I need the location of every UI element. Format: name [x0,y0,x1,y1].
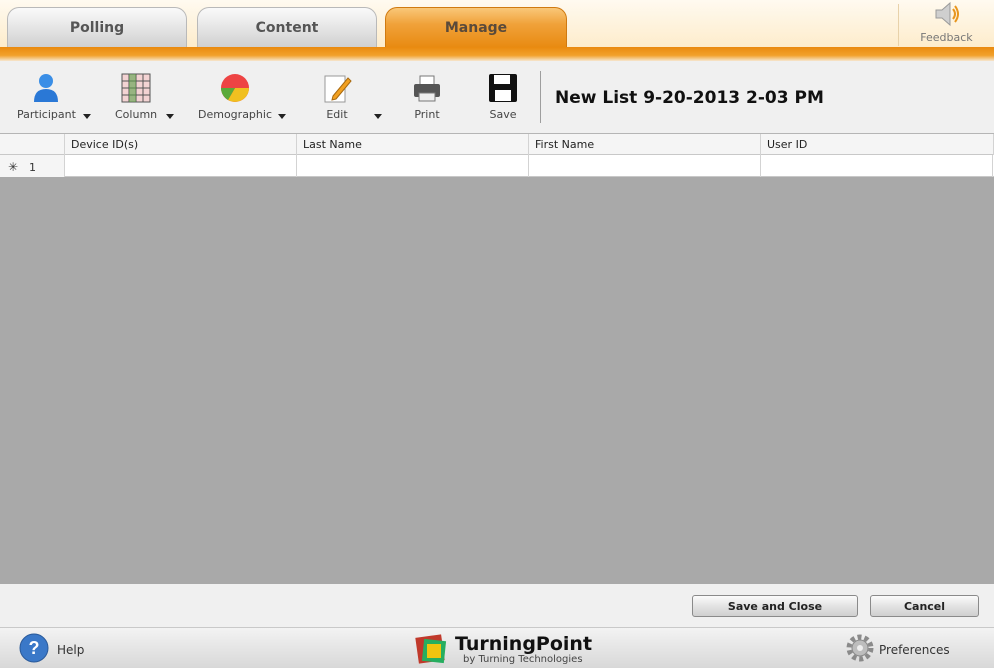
brand-subtitle: by Turning Technologies [463,654,583,665]
svg-text:?: ? [29,638,40,658]
table-row[interactable]: ✳ 1 [0,155,994,177]
participant-label: Participant [17,108,76,121]
column-header-device-id[interactable]: Device ID(s) [65,134,297,155]
preferences-label: Preferences [879,642,950,657]
help-button[interactable]: ? Help [19,633,84,666]
tab-content[interactable]: Content [197,7,377,48]
turningpoint-logo-icon [415,630,451,668]
speaker-icon [932,0,962,31]
new-row-marker-icon: ✳ [8,160,19,174]
column-header-last-name[interactable]: Last Name [297,134,529,155]
grid-header: Device ID(s) Last Name First Name User I… [0,134,994,155]
cell-device-id[interactable] [65,155,297,177]
participant-dropdown-arrow[interactable] [81,111,93,123]
gear-icon [845,633,875,666]
printer-icon [410,71,444,105]
tab-polling[interactable]: Polling [7,7,187,48]
cancel-button[interactable]: Cancel [870,595,979,617]
toolbar: Participant Column Demographic Edit Prin… [0,61,994,133]
print-label: Print [414,108,440,121]
help-icon: ? [19,633,49,666]
column-header-user-id[interactable]: User ID [761,134,994,155]
list-title: New List 9-20-2013 2-03 PM [555,88,824,108]
feedback-button[interactable]: Feedback [898,1,994,46]
preferences-button[interactable]: Preferences [845,633,950,666]
top-tab-bar: Polling Content Manage Feedback [0,0,994,48]
pencil-paper-icon [320,71,354,105]
print-button[interactable]: Print [410,71,444,121]
cell-last-name[interactable] [297,155,529,177]
save-button[interactable]: Save [486,71,520,121]
help-label: Help [57,642,85,657]
footer-bar: ? Help TurningPoint by Turning Technolog… [0,627,994,668]
person-icon [29,71,63,105]
edit-label: Edit [326,108,348,121]
action-bar: Save and Close Cancel [0,584,994,627]
turningpoint-logo: TurningPoint by Turning Technologies [415,630,592,668]
demographic-button[interactable]: Demographic [198,71,272,121]
participant-button[interactable]: Participant [17,71,76,121]
save-and-close-button[interactable]: Save and Close [692,595,858,617]
row-header[interactable]: ✳ 1 [0,155,65,177]
column-label: Column [115,108,158,121]
column-dropdown-arrow[interactable] [164,111,176,123]
grid-columns-icon [119,71,153,105]
cell-user-id[interactable] [761,155,993,177]
feedback-label: Feedback [920,31,973,44]
pie-chart-icon [218,71,252,105]
row-number: 1 [29,161,36,174]
demographic-label: Demographic [198,108,272,121]
edit-dropdown-arrow[interactable] [372,111,384,123]
tab-manage[interactable]: Manage [385,7,567,48]
save-label: Save [489,108,517,121]
participant-grid: Device ID(s) Last Name First Name User I… [0,133,994,584]
column-button[interactable]: Column [115,71,157,121]
row-header-corner [0,134,65,155]
demographic-dropdown-arrow[interactable] [276,111,288,123]
cell-first-name[interactable] [529,155,761,177]
floppy-disk-icon [486,71,520,105]
accent-strip [0,47,994,61]
column-header-first-name[interactable]: First Name [529,134,761,155]
toolbar-divider [540,71,541,123]
edit-button[interactable]: Edit [320,71,354,121]
brand-name: TurningPoint [455,633,593,655]
